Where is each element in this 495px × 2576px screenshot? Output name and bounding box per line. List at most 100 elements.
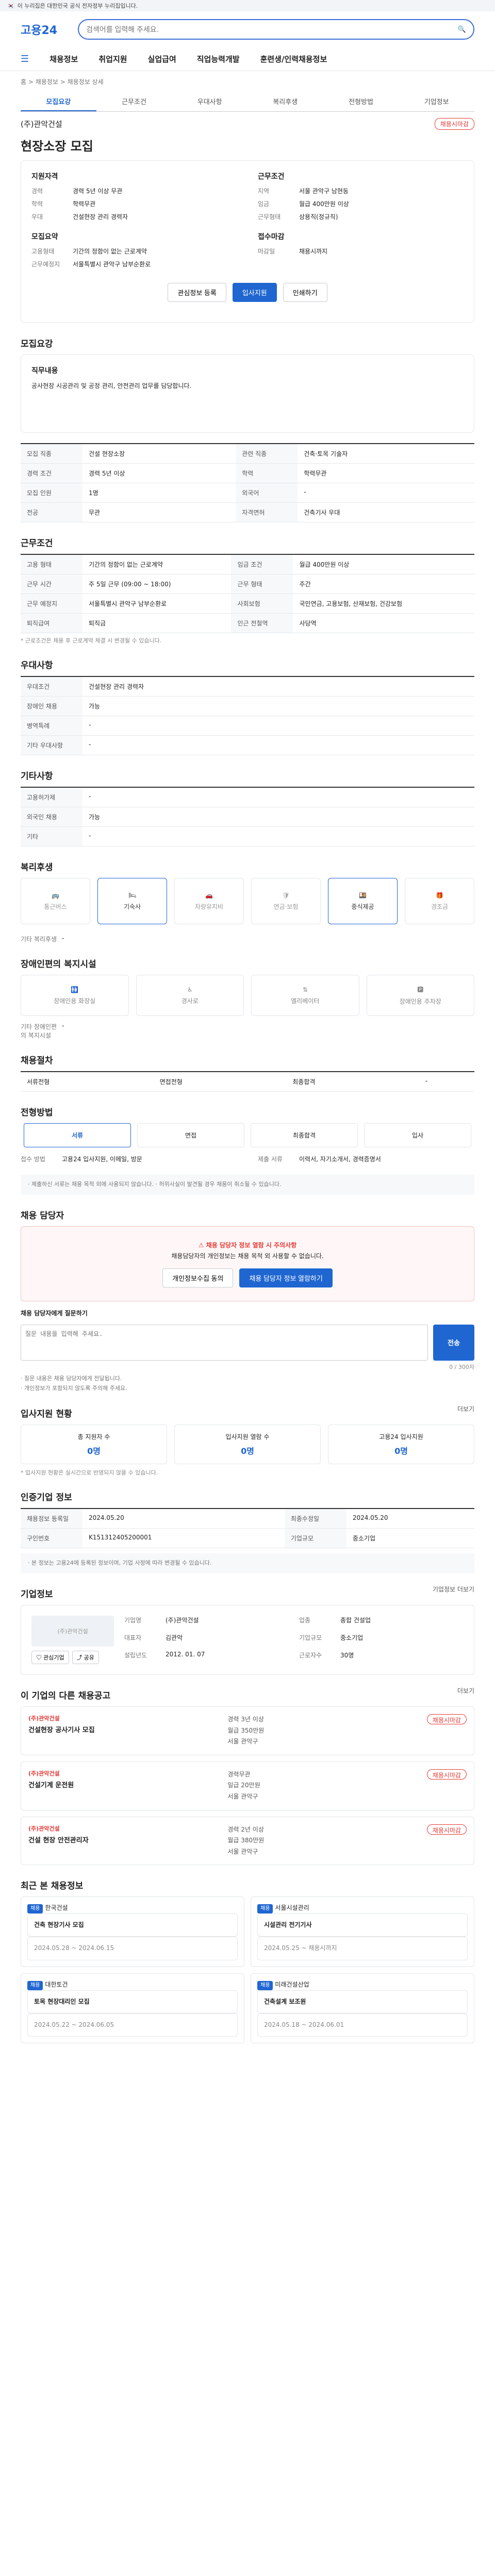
job-title-link[interactable]: 건설기계 운전원 <box>28 1780 221 1789</box>
cell-value: 경력 5년 이상 <box>82 463 236 483</box>
cell-value: 2024.05.20 <box>82 1509 285 1529</box>
welfare-item: 🚌 통근버스 <box>21 878 90 924</box>
other-jobs-more-link[interactable]: 더보기 <box>457 1686 474 1695</box>
qa-send-button[interactable]: 전송 <box>433 1324 474 1361</box>
tab-process[interactable]: 전형방법 <box>323 92 399 111</box>
cell-value: 기간의 정함이 없는 근로계약 <box>82 554 232 574</box>
stat-label: 입사지원 열람 수 <box>225 1433 270 1441</box>
stat-label: 고용24 입사지원 <box>379 1433 423 1441</box>
disability-item: 🅿 장애인용 주차장 <box>366 975 474 1016</box>
company-more-link[interactable]: 기업정보 더보기 <box>433 1585 474 1594</box>
nav-item-hiring[interactable]: 훈련생/인력채용정보 <box>260 54 327 64</box>
kv-value: 채용시까지 <box>299 248 328 255</box>
job-info: 서울 관악구 <box>227 1792 258 1800</box>
view-contact-button[interactable]: 채용 담당자 정보 열람하기 <box>239 1268 333 1287</box>
cell-label: 외국인 채용 <box>21 807 82 827</box>
bus-icon: 🚌 <box>52 891 59 899</box>
job-title-link[interactable]: 건설 현장 안전관리자 <box>28 1835 221 1844</box>
welfare-label: 통근버스 <box>44 903 67 910</box>
cell-label: 고용허가제 <box>21 787 82 807</box>
table-row: 근무 시간 주 5일 근무 (09:00 ~ 18:00) 근무 형태 주간 <box>21 574 474 594</box>
recent-item[interactable]: 채용 미래건설산업 건축설계 보조원 2024.05.18 ~ 2024.06.01 <box>251 1973 474 2044</box>
nav-item-unemployment[interactable]: 실업급여 <box>148 54 176 64</box>
company-name[interactable]: (주)관악건설 <box>21 118 62 129</box>
duty-title: 직무내용 <box>31 367 58 375</box>
cell-label: 경력 조건 <box>21 463 82 483</box>
job-info: 경력 2년 이상 <box>227 1825 264 1833</box>
nav-item-jobs[interactable]: 채용정보 <box>50 54 78 64</box>
contact-box: ⚠ 채용 담당자 정보 열람 시 주의사항 채용담당자의 개인정보는 채용 목적… <box>21 1226 474 1301</box>
status-badge: 채용시마감 <box>426 1714 467 1724</box>
kv-label: 경력 <box>31 188 43 195</box>
bed-icon: 🛏 <box>128 891 137 899</box>
scrap-button[interactable]: 관심정보 등록 <box>168 283 226 302</box>
worker-heading: 채용절차 <box>21 1056 53 1066</box>
job-title-link[interactable]: 건설현장 공사기사 모집 <box>28 1724 221 1734</box>
job-info: 경력무관 <box>227 1770 251 1778</box>
kv-label: 설립년도 <box>124 1651 147 1659</box>
welfare-item: 🚗 차량유지비 <box>174 878 244 924</box>
job-card[interactable]: (주)관악건설 건설기계 운전원 경력무관 일급 20만원 서울 관악구 채용시마감 <box>21 1761 474 1810</box>
recent-company: 미래건설산업 <box>275 1980 309 1988</box>
print-button[interactable]: 인쇄하기 <box>283 283 327 302</box>
welfare-label: 차량유지비 <box>194 903 224 910</box>
cell-value: 사당역 <box>293 613 474 633</box>
search-icon[interactable]: 🔍 <box>458 26 466 33</box>
nav-item-training[interactable]: 직업능력개발 <box>197 54 240 64</box>
job-info: 월급 350만원 <box>227 1726 265 1734</box>
tab-welfare[interactable]: 복리후생 <box>248 92 323 111</box>
recent-item[interactable]: 채용 한국건설 건축 현장기사 모집 2024.05.28 ~ 2024.06.15 <box>21 1896 244 1967</box>
share-label: 공유 <box>84 1654 94 1661</box>
cell-value: 건축·토목 기술자 <box>298 444 474 464</box>
site-logo[interactable]: 고용24 <box>21 21 57 38</box>
company-heading: 기업정보 <box>21 1589 53 1600</box>
gift-icon: 🎁 <box>436 891 443 899</box>
recent-company: 한국건설 <box>45 1904 68 1912</box>
qa-textarea[interactable] <box>21 1324 428 1361</box>
job-title: 현장소장 모집 <box>21 139 93 154</box>
cell-value: 국민연금, 고용보험, 산재보험, 건강보험 <box>293 594 474 614</box>
tab-recruit[interactable]: 모집요강 <box>21 92 96 111</box>
kv-label: 기업명 <box>124 1616 142 1624</box>
recent-date: 2024.05.22 ~ 2024.06.05 <box>27 2013 238 2037</box>
preference-table: 우대조건 건설현장 관리 경력자 장애인 채용 가능 병역특례 - 기타 우대사항 - <box>21 676 474 755</box>
welfare-grid: 🚌 통근버스 🛏 기숙사 🚗 차량유지비 🛡 연금·보험 🍱 중식제공 🎁 경조금 <box>21 878 474 924</box>
kv-value: 월급 400만원 이상 <box>299 200 349 208</box>
breadcrumb: 홈 > 채용정보 > 채용정보 상세 <box>21 78 104 86</box>
consent-button[interactable]: 개인정보수집 동의 <box>162 1268 234 1287</box>
tab-preference[interactable]: 우대사항 <box>172 92 248 111</box>
table-row: 고용허가제 - <box>21 787 474 807</box>
cell-label: 구인번호 <box>21 1528 82 1549</box>
cell-label: 고용 형태 <box>21 554 82 574</box>
process-heading: 전형방법 <box>21 1108 53 1118</box>
info-notice: · 본 정보는 고용24에 등록된 정보이며, 기업 사정에 따라 변경될 수 … <box>21 1553 474 1573</box>
favorite-company-button[interactable]: ♡ 관심기업 <box>31 1650 69 1664</box>
share-icon: ⤴ <box>76 1654 84 1661</box>
cell-label: 외국어 <box>236 483 298 503</box>
menu-icon[interactable]: ☰ <box>21 54 29 64</box>
job-card[interactable]: (주)관악건설 건설 현장 안전관리자 경력 2년 이상 월급 380만원 서울 관악… <box>21 1816 474 1866</box>
table-row: 모집 직종 건설 현장소장 관련 직종 건축·토목 기술자 <box>21 444 474 464</box>
tab-condition[interactable]: 근무조건 <box>96 92 172 111</box>
search-input[interactable] <box>86 25 454 33</box>
other-jobs-heading: 이 기업의 다른 채용공고 <box>21 1690 111 1701</box>
parking-icon: 🅿 <box>417 986 424 993</box>
apply-button[interactable]: 입사지원 <box>232 283 277 302</box>
share-button[interactable]: ⤴ 공유 <box>72 1650 99 1664</box>
company-card: (주)관악건설 ♡ 관심기업 ⤴ 공유 기업명 (주)관악건설 업종 종합 건설업 … <box>21 1604 474 1675</box>
recent-item[interactable]: 채용 대한토건 토목 현장대리인 모집 2024.05.22 ~ 2024.06.05 <box>21 1973 244 2044</box>
tab-company[interactable]: 기업정보 <box>399 92 474 111</box>
search-bar: 🔍 <box>78 19 474 40</box>
main-container: 홈 > 채용정보 > 채용정보 상세 모집요강 근무조건 우대사항 복리후생 전… <box>21 77 474 2044</box>
table-row: 전공 무관 자격면허 건축기사 우대 <box>21 502 474 522</box>
applicant-more-link[interactable]: 더보기 <box>457 1404 474 1413</box>
stat-label: 총 지원자 수 <box>77 1433 110 1441</box>
cell-label: 근무 형태 <box>231 574 293 594</box>
job-card[interactable]: (주)관악건설 건설현장 공사기사 모집 경력 3년 이상 월급 350만원 서울 관… <box>21 1706 474 1755</box>
nav-item-support[interactable]: 취업지원 <box>98 54 127 64</box>
cell-label: 퇴직급여 <box>21 613 82 633</box>
contact-message: ⚠ 채용 담당자 정보 열람 시 주의사항 <box>35 1240 460 1251</box>
applicant-stats: 총 지원자 수 0명 입사지원 열람 수 0명 고용24 입사지원 0명 <box>21 1425 474 1465</box>
kv-label: 고용형태 <box>31 248 55 255</box>
recent-item[interactable]: 채용 서울시설관리 시설관리 전기기사 2024.05.25 ~ 채용시까지 <box>251 1896 474 1967</box>
